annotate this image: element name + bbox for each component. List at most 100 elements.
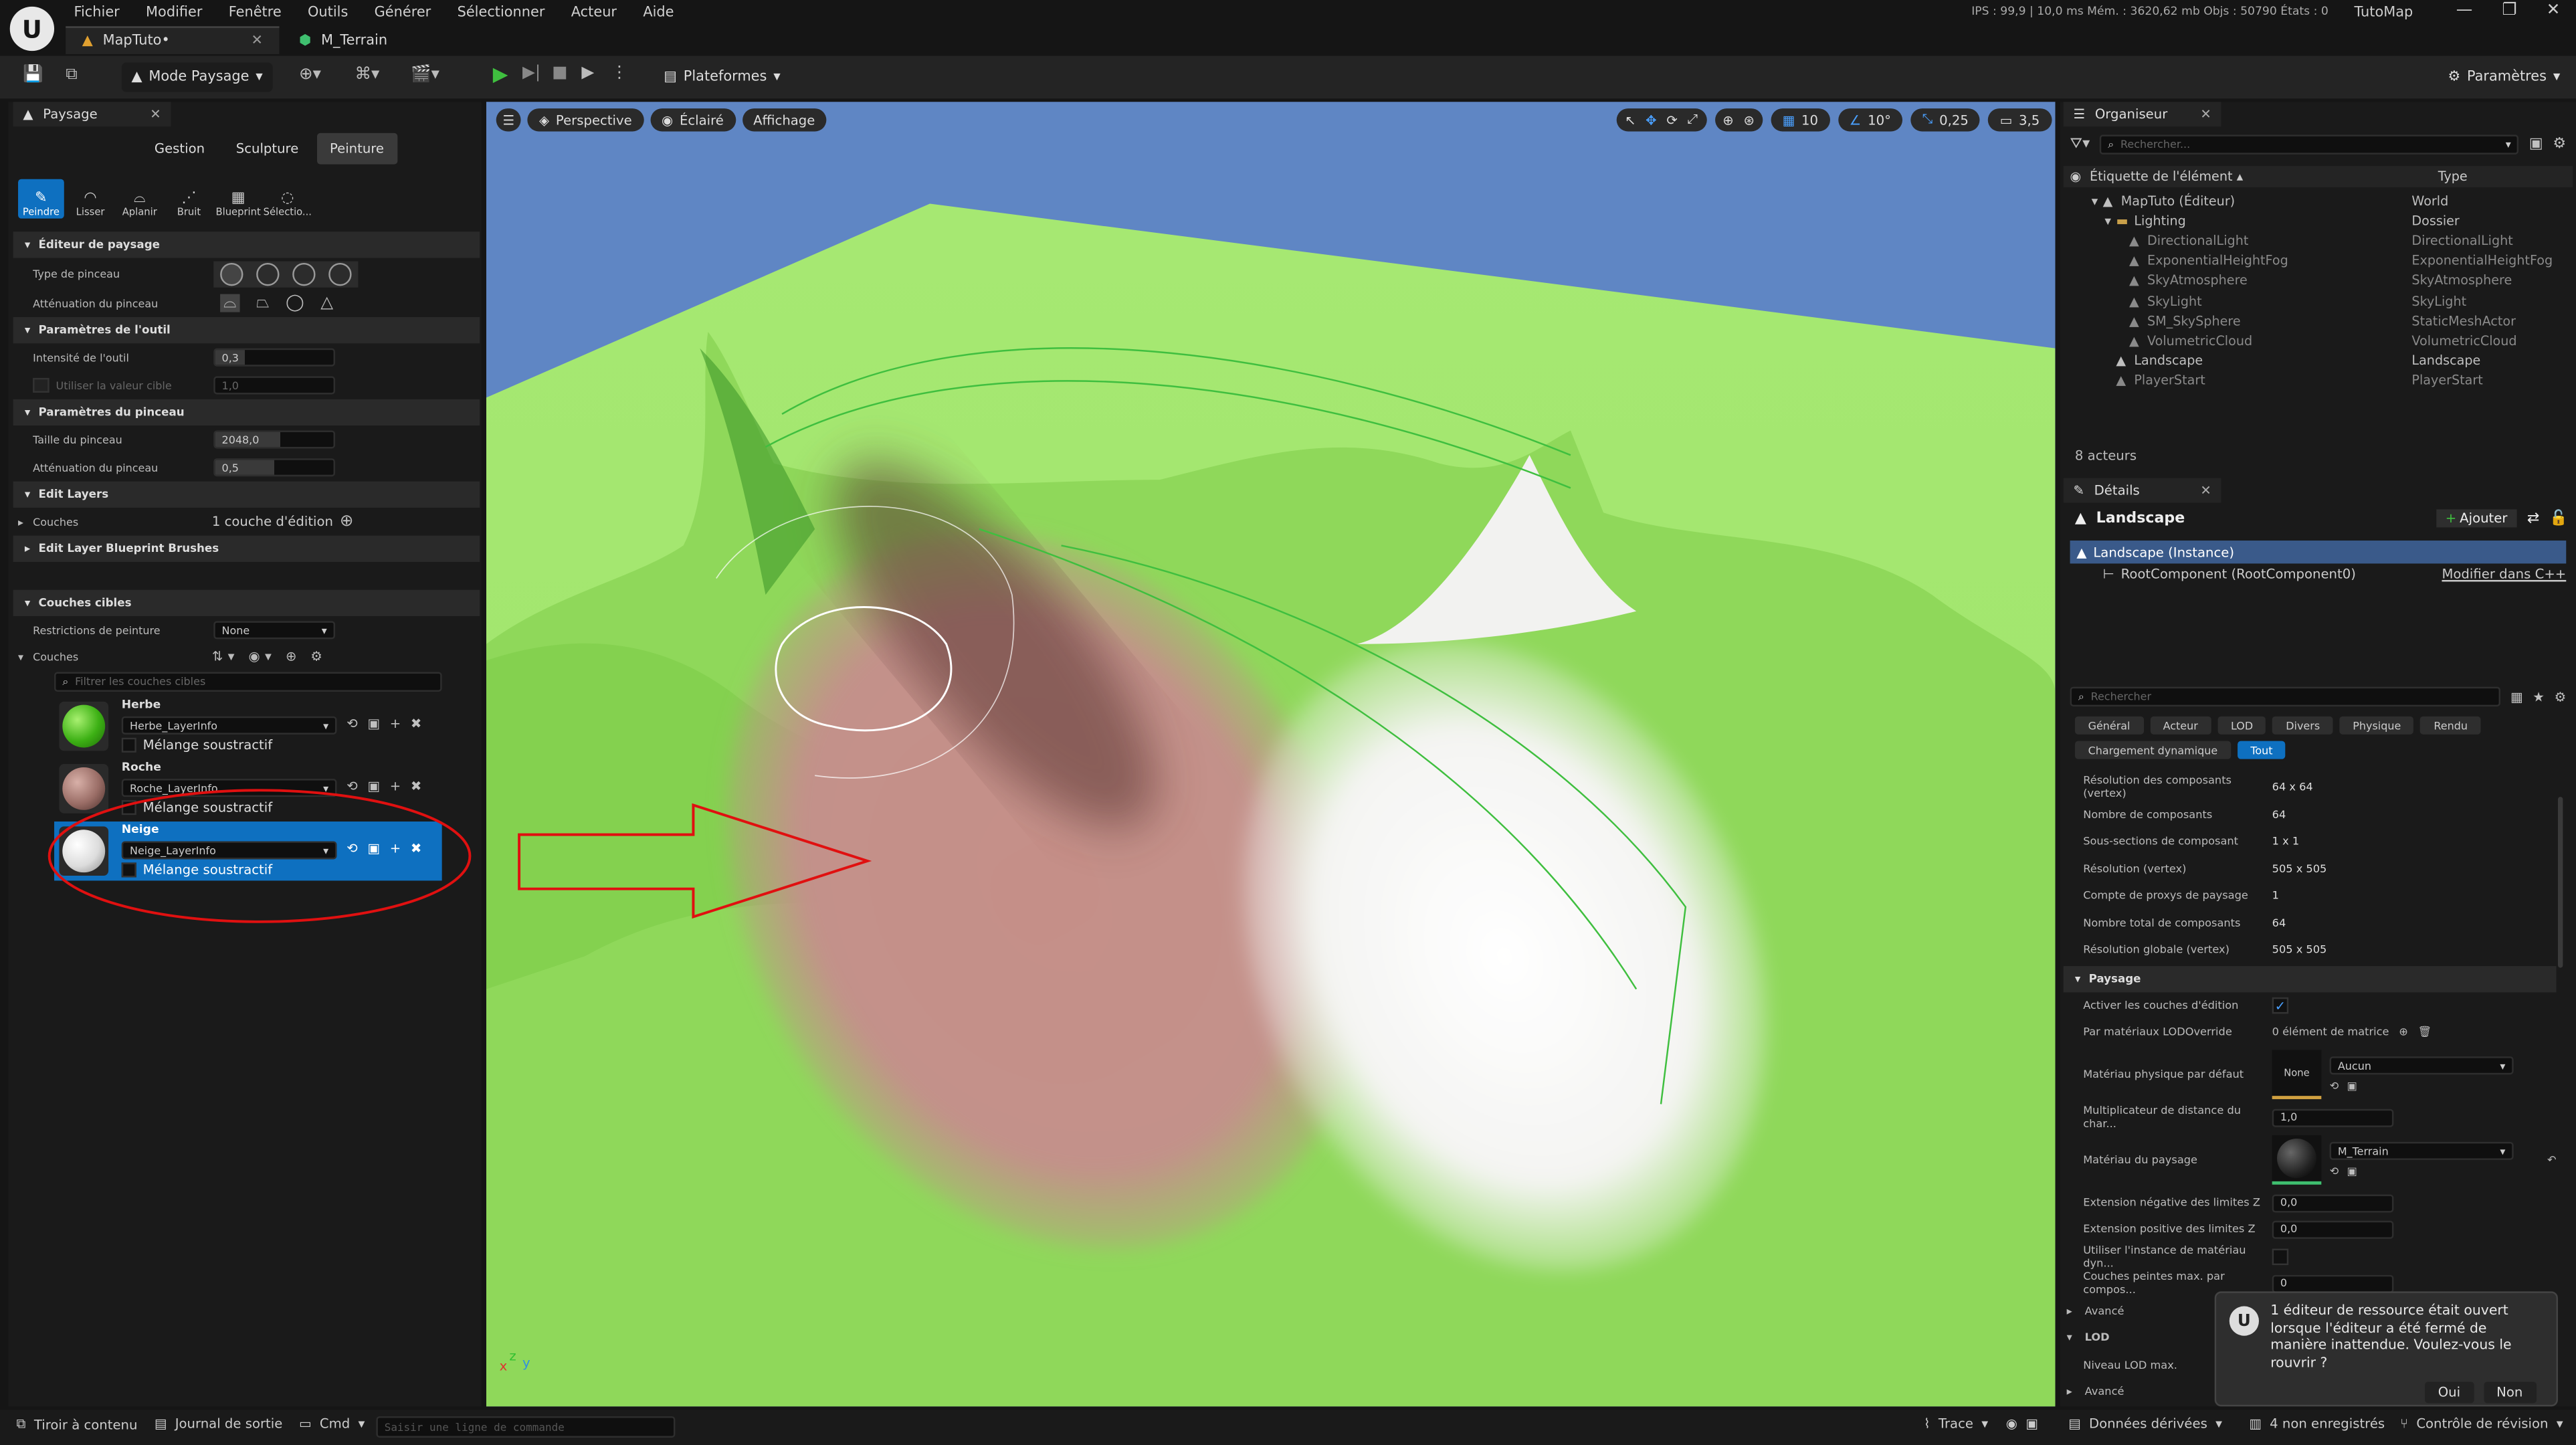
tool-select[interactable]: ◌ Sélectio...	[264, 179, 312, 219]
menu-help[interactable]: Aide	[643, 5, 674, 21]
layer-info-select[interactable]: Herbe_LayerInfo ▾	[121, 716, 337, 735]
record-icon[interactable]: ◉	[2006, 1416, 2017, 1431]
tab-maptuto[interactable]: ▲ MapTuto• ✕	[66, 26, 280, 55]
perspective-button[interactable]: ◈ Perspective	[527, 108, 643, 132]
filter-general[interactable]: Général	[2074, 716, 2144, 735]
settings-button[interactable]: ⚙ Paramètres ▾	[2438, 62, 2570, 92]
filter-actor[interactable]: Acteur	[2149, 716, 2211, 735]
edit-cpp-link[interactable]: Modifier dans C++	[2442, 567, 2566, 581]
use-target-checkbox[interactable]	[33, 377, 49, 393]
tool-strength-input[interactable]: 0,3	[213, 348, 336, 367]
section-target-layers[interactable]: ▾ Couches cibles	[13, 589, 480, 617]
save-icon[interactable]: 💾	[23, 66, 43, 84]
minimize-icon[interactable]: —	[2456, 1, 2473, 19]
world-icon[interactable]: ⊕	[1722, 112, 1733, 127]
favorite-star-icon[interactable]: ★	[2533, 689, 2545, 704]
menu-select[interactable]: Sélectionner	[458, 5, 545, 21]
close-icon[interactable]: ✕	[2200, 107, 2211, 122]
close-icon[interactable]: ✕	[251, 33, 262, 50]
menu-file[interactable]: Fichier	[74, 5, 120, 21]
stop-icon[interactable]: ■	[552, 64, 567, 82]
rotation-snap-button[interactable]: ∠ 10°	[1838, 108, 1903, 132]
outliner-row[interactable]: ▲ SkyLight SkyLight	[2064, 291, 2573, 311]
unreal-logo-icon[interactable]: U	[9, 6, 55, 52]
derived-data-button[interactable]: ▤ Données dérivées ▾	[2068, 1416, 2222, 1431]
add-component-button[interactable]: + Ajouter	[2436, 509, 2518, 528]
enable-layers-checkbox[interactable]: ✓	[2272, 997, 2289, 1014]
level-viewport[interactable]: x z y ☰ ◈ Perspective ◉ Éclairé Affichage …	[486, 102, 2056, 1407]
add-circle-icon[interactable]: ⊕	[340, 512, 354, 531]
outliner-row[interactable]: ▾ ▬ Lighting Dossier	[2064, 211, 2573, 231]
gear-icon[interactable]: ⚙	[2553, 136, 2566, 153]
tool-flatten[interactable]: ⌓ Aplanir	[116, 179, 163, 219]
root-component-row[interactable]: ⊢ RootComponent (RootComponent0) Modifie…	[2103, 567, 2567, 581]
blueprint-icon[interactable]: ⌘▾	[355, 66, 379, 84]
tool-smooth[interactable]: ◠ Lisser	[68, 179, 114, 219]
rotate-icon[interactable]: ⟳	[1666, 112, 1677, 127]
chevron-right-icon[interactable]: ▸	[18, 515, 33, 528]
filter-rendering[interactable]: Rendu	[2420, 716, 2481, 735]
pos-z-input[interactable]: 0,0	[2272, 1220, 2394, 1239]
source-control-button[interactable]: ⑂ Contrôle de révision ▾	[2400, 1416, 2563, 1431]
tool-blueprint[interactable]: ▦ Blueprint	[215, 179, 262, 219]
menu-build[interactable]: Générer	[375, 5, 431, 21]
mode-paint[interactable]: Peinture	[316, 132, 397, 165]
command-input[interactable]: Saisir une ligne de commande	[376, 1416, 676, 1438]
section-brush-params[interactable]: ▾ Paramètres du pinceau	[13, 399, 480, 426]
chevron-down-icon[interactable]: ▾	[18, 650, 33, 663]
menu-window[interactable]: Fenêtre	[229, 5, 282, 21]
tip-falloff-icon[interactable]: △	[320, 294, 333, 312]
browse-icon[interactable]: ⧉	[66, 66, 78, 84]
restore-icon[interactable]: ❐	[2502, 1, 2516, 19]
section-tool-params[interactable]: ▾ Paramètres de l'outil	[13, 317, 480, 344]
menu-edit[interactable]: Modifier	[146, 5, 202, 21]
tab-outliner[interactable]: ☰ Organiseur ✕	[2063, 102, 2221, 127]
content-drawer-button[interactable]: ⧉ Tiroir à contenu	[17, 1416, 138, 1433]
scale-snap-button[interactable]: ⤡ 0,25	[1910, 108, 1981, 132]
trash-icon[interactable]: 🗑	[2418, 1026, 2432, 1039]
screenshot-icon[interactable]: ▣	[2025, 1416, 2038, 1431]
menu-tools[interactable]: Outils	[308, 5, 348, 21]
circle-brush-icon[interactable]	[220, 262, 243, 286]
tab-m-terrain[interactable]: ⬢ M_Terrain	[282, 26, 403, 54]
smooth-falloff-icon[interactable]: ⌓	[220, 294, 240, 312]
add-icon[interactable]: +	[390, 716, 401, 731]
menu-actor[interactable]: Acteur	[571, 5, 617, 21]
details-search-input[interactable]: ⌕ Rechercher	[2070, 686, 2501, 707]
unsaved-button[interactable]: ▥ 4 non enregistrés	[2249, 1416, 2385, 1431]
section-bp-brushes[interactable]: ▸ Edit Layer Blueprint Brushes	[13, 535, 480, 562]
advanced-row-2[interactable]: ▸ Avancé	[2067, 1379, 2215, 1406]
filter-streaming[interactable]: Chargement dynamique	[2074, 741, 2231, 759]
blueprint-convert-icon[interactable]: ⇄	[2527, 510, 2540, 527]
neg-z-input[interactable]: 0,0	[2272, 1193, 2394, 1212]
tab-landscape[interactable]: ▲ Paysage ✕	[13, 102, 171, 127]
surface-snap-icon[interactable]: ⊛	[1743, 112, 1754, 127]
outliner-row[interactable]: ▲ PlayerStart PlayerStart	[2064, 371, 2573, 391]
browse-arrow-icon[interactable]: ⟲	[2330, 1080, 2339, 1093]
toast-yes-button[interactable]: Oui	[2425, 1381, 2474, 1404]
visibility-icon[interactable]: ◉	[2064, 169, 2090, 184]
show-button[interactable]: Affichage	[741, 108, 827, 132]
select-arrow-icon[interactable]: ↖	[1625, 112, 1636, 127]
filter-icon[interactable]: ⛛▾	[2070, 136, 2090, 153]
reset-arrow-icon[interactable]: ↶	[2547, 1153, 2557, 1167]
browse-folder-icon[interactable]: ▣	[2347, 1165, 2357, 1178]
mode-manage[interactable]: Gestion	[141, 133, 218, 165]
gear-icon[interactable]: ⚙	[2555, 689, 2567, 704]
mode-sculpt[interactable]: Sculpture	[223, 133, 312, 165]
material-select[interactable]: M_Terrain ▾	[2329, 1141, 2514, 1160]
cinematics-icon[interactable]: 🎬▾	[411, 66, 439, 84]
material-thumbnail[interactable]	[2272, 1135, 2322, 1185]
add-actor-icon[interactable]: ⊕▾	[299, 66, 321, 84]
outliner-row[interactable]: ▲ ExponentialHeightFog ExponentialHeightFo…	[2064, 251, 2573, 271]
filter-physics[interactable]: Physique	[2339, 716, 2414, 735]
close-icon[interactable]: ✕	[150, 107, 161, 122]
viewport-menu-button[interactable]: ☰	[496, 108, 521, 132]
spherical-falloff-icon[interactable]: ◯	[286, 294, 304, 312]
mode-select-button[interactable]: ▲ Mode Paysage ▾	[121, 62, 273, 92]
max-layers-input[interactable]: 0	[2272, 1274, 2394, 1293]
outliner-row[interactable]: ▲ VolumetricCloud VolumetricCloud	[2064, 330, 2573, 351]
outliner-row[interactable]: ▲ Landscape Landscape	[2064, 351, 2573, 371]
col-label[interactable]: Étiquette de l'élément ▴	[2090, 169, 2438, 184]
section-paysage[interactable]: ▾ Paysage	[2063, 966, 2557, 993]
